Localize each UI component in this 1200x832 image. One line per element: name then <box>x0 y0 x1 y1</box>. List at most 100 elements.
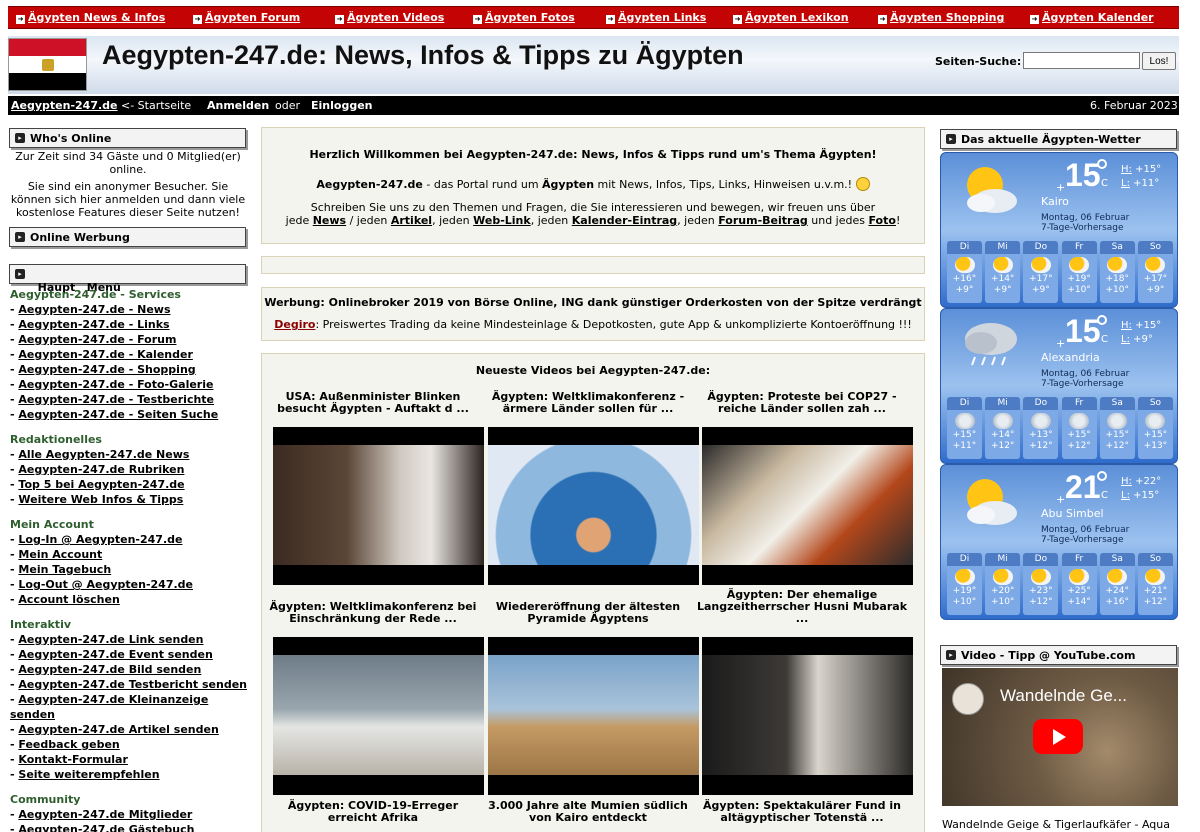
forecast-link[interactable]: 7-Tage-Vorhersage <box>1041 535 1124 545</box>
video-thumbnail[interactable] <box>273 637 484 795</box>
menu-section-title: Mein Account <box>10 518 94 531</box>
menu-item[interactable]: - Aegypten-247.de Event senden <box>10 647 250 662</box>
topnav-links[interactable]: ➜ Ägypten Links <box>606 11 706 24</box>
ad-link[interactable]: Degiro <box>274 318 315 331</box>
video-caption[interactable]: Ägypten: Weltklimakonferenz - ärmere Län… <box>482 391 694 415</box>
ad-headline[interactable]: Werbung: Onlinebroker 2019 von Börse Onl… <box>262 296 924 309</box>
forecast-day: So +21° +12° <box>1137 553 1173 615</box>
menu-item[interactable]: - Aegypten-247.de Artikel senden <box>10 722 250 737</box>
temp-high: H: +22° <box>1121 476 1162 487</box>
topnav-lexikon[interactable]: ➜ Ägypten Lexikon <box>733 11 849 24</box>
video-caption[interactable]: Ägypten: Proteste bei COP27 - reiche Län… <box>696 391 908 415</box>
forecast-link[interactable]: 7-Tage-Vorhersage <box>1041 223 1124 233</box>
topnav-forum[interactable]: ➜ Ägypten Forum <box>193 11 300 24</box>
sun-icon <box>1030 569 1051 585</box>
menu-section-title: Redaktionelles <box>10 433 102 446</box>
welcome-link[interactable]: Artikel <box>391 214 432 227</box>
weather-date: Montag, 06 Februar <box>1041 369 1130 379</box>
whos-online-header: ▸ Who's Online <box>9 128 246 148</box>
forecast-days: Di +15° +11° Mi +14° +12° Do +13° +12° Fr +15° +12°… <box>947 397 1173 459</box>
or-text: oder <box>275 99 301 112</box>
forecast-day: Fr +25° +14° <box>1061 553 1097 615</box>
home-link[interactable]: Aegypten-247.de <box>11 99 117 112</box>
menu-item[interactable]: - Aegypten-247.de - News <box>10 302 250 317</box>
menu-item[interactable]: - Aegypten-247.de - Forum <box>10 332 250 347</box>
menu-item[interactable]: - Aegypten-247.de - Kalender <box>10 347 250 362</box>
video-tipp-caption[interactable]: Wandelnde Geige & Tigerlaufkäfer - Aqua <box>942 818 1170 831</box>
menu-item[interactable]: - Kontakt-Formular <box>10 752 250 767</box>
video-caption[interactable]: 3.000 Jahre alte Mumien südlich von Kair… <box>482 800 694 824</box>
topnav-shopping[interactable]: ➜ Ägypten Shopping <box>878 11 1004 24</box>
video-thumbnail[interactable] <box>488 637 699 795</box>
menu-item[interactable]: - Aegypten-247.de Gästebuch <box>10 822 250 832</box>
video-caption[interactable]: Ägypten: Weltklimakonferenz bei Einschrä… <box>267 601 479 625</box>
menu-item[interactable]: - Aegypten-247.de Kleinanzeige senden <box>10 692 250 722</box>
welcome-link[interactable]: News <box>313 214 346 227</box>
menu-item[interactable]: - Mein Account <box>10 547 250 562</box>
forecast-day: Di +19° +10° <box>947 553 982 615</box>
menu-item[interactable]: - Aegypten-247.de Bild senden <box>10 662 250 677</box>
weather-card[interactable]: +15 C H: +15° L: +11° Kairo Montag, 06 Februa… <box>940 152 1178 308</box>
welcome-link[interactable]: Web-Link <box>473 214 531 227</box>
search-input[interactable] <box>1023 52 1140 69</box>
welcome-link[interactable]: Kalender-Eintrag <box>572 214 677 227</box>
forecast-link[interactable]: 7-Tage-Vorhersage <box>1041 379 1124 389</box>
menu-item[interactable]: - Log-Out @ Aegypten-247.de <box>10 577 250 592</box>
arrow-right-icon: ➜ <box>606 15 615 24</box>
search-button[interactable]: Los! <box>1142 52 1176 70</box>
welcome-link[interactable]: Forum-Beitrag <box>718 214 808 227</box>
video-thumbnail[interactable] <box>488 427 699 585</box>
youtube-embed[interactable]: Wandelnde Ge... <box>942 668 1178 806</box>
forecast-day: Mi +14° +12° <box>985 397 1021 459</box>
topnav-news[interactable]: ➜ Ägypten News & Infos <box>16 11 165 24</box>
video-caption[interactable]: USA: Außenminister Blinken besucht Ägypt… <box>267 391 479 415</box>
topnav-kalender[interactable]: ➜ Ägypten Kalender <box>1030 11 1154 24</box>
welcome-link[interactable]: Foto <box>868 214 895 227</box>
video-caption[interactable]: Ägypten: Der ehemalige Langzeitherrscher… <box>696 589 908 625</box>
forecast-day: Fr +19° +10° <box>1061 241 1097 303</box>
video-thumbnail[interactable] <box>273 427 484 585</box>
menu-item[interactable]: - Alle Aegypten-247.de News <box>10 447 250 462</box>
rain-icon <box>1030 413 1051 429</box>
sun-cloud-icon <box>959 161 1021 217</box>
account-bar: Aegypten-247.de <- Startseite Anmelden o… <box>8 96 1179 115</box>
smiley-icon <box>855 177 870 191</box>
menu-item[interactable]: - Aegypten-247.de Testbericht senden <box>10 677 250 692</box>
menu-item[interactable]: - Mein Tagebuch <box>10 562 250 577</box>
menu-item[interactable]: - Aegypten-247.de - Testberichte <box>10 392 250 407</box>
menu-item[interactable]: - Feedback geben <box>10 737 250 752</box>
topnav-videos[interactable]: ➜ Ägypten Videos <box>335 11 444 24</box>
menu-item[interactable]: - Aegypten-247.de - Shopping <box>10 362 250 377</box>
sun-icon <box>954 257 975 273</box>
menu-item[interactable]: - Aegypten-247.de Link senden <box>10 632 250 647</box>
menu-item[interactable]: - Weitere Web Infos & Tipps <box>10 492 250 507</box>
video-caption[interactable]: Wiedereröffnung der ältesten Pyramide Äg… <box>482 601 694 625</box>
menu-item[interactable]: - Top 5 bei Aegypten-247.de <box>10 477 250 492</box>
menu-item[interactable]: - Account löschen <box>10 592 250 607</box>
menu-item[interactable]: - Aegypten-247.de - Seiten Suche <box>10 407 250 422</box>
login-link[interactable]: Anmelden <box>207 99 269 112</box>
menu-item[interactable]: - Aegypten-247.de Mitglieder <box>10 807 250 822</box>
menu-item[interactable]: - Aegypten-247.de Rubriken <box>10 462 250 477</box>
current-temperature: 21 <box>1065 469 1101 505</box>
video-thumbnail[interactable] <box>702 427 913 585</box>
video-thumbnail[interactable] <box>702 637 913 795</box>
channel-avatar <box>952 683 984 715</box>
weather-date: Montag, 06 Februar <box>1041 525 1130 535</box>
arrow-right-icon: ➜ <box>1030 15 1039 24</box>
rain-icon <box>954 413 975 429</box>
weather-card[interactable]: +21 C H: +22° L: +15° Abu Simbel Montag, 06 F… <box>940 464 1178 620</box>
temp-low: L: +15° <box>1121 490 1160 501</box>
weather-card[interactable]: +15 C H: +15° L: +9° Alexandria Montag, 06 Fe… <box>940 308 1178 464</box>
temp-high: H: +15° <box>1121 320 1162 331</box>
play-icon[interactable] <box>1033 719 1083 754</box>
video-caption[interactable]: Ägypten: Spektakulärer Fund in altägypti… <box>696 800 908 824</box>
video-caption[interactable]: Ägypten: COVID-19-Erreger erreicht Afrik… <box>267 800 479 824</box>
menu-item[interactable]: - Aegypten-247.de - Links <box>10 317 250 332</box>
menu-item[interactable]: - Log-In @ Aegypten-247.de <box>10 532 250 547</box>
topnav-fotos[interactable]: ➜ Ägypten Fotos <box>473 11 575 24</box>
youtube-video-title: Wandelnde Ge... <box>1000 686 1127 705</box>
menu-item[interactable]: - Aegypten-247.de - Foto-Galerie <box>10 377 250 392</box>
menu-item[interactable]: - Seite weiterempfehlen <box>10 767 250 782</box>
register-link[interactable]: Einloggen <box>311 99 372 112</box>
